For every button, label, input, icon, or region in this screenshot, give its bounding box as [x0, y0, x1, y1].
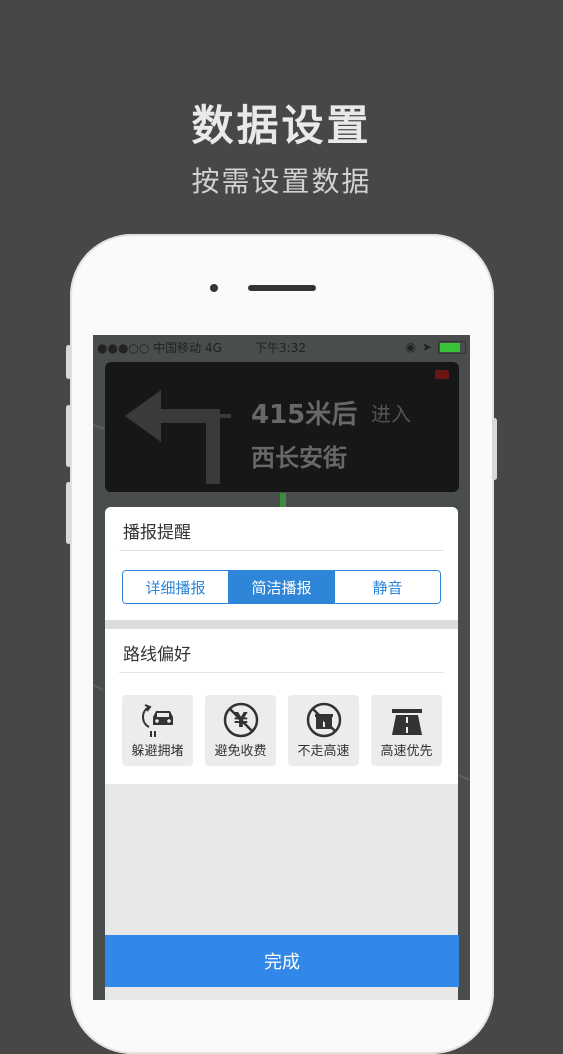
status-bar: ●●●○○ 中国移动 4G 下午3:32 ◉ ➤: [93, 335, 470, 357]
no-highway-icon: [306, 702, 342, 738]
carrier-label: ●●●○○ 中国移动 4G: [97, 341, 222, 355]
pref-highway-first[interactable]: 高速优先: [371, 695, 442, 766]
side-button-mute: [66, 345, 71, 379]
navigation-instruction-card: 415米后 进入 西长安街: [105, 362, 459, 492]
pref-label: 不走高速: [297, 744, 350, 759]
status-time: 下午3:32: [255, 341, 306, 355]
promo-title: 数据设置: [191, 101, 372, 150]
side-button-power: [492, 418, 497, 480]
pref-label: 高速优先: [380, 744, 433, 759]
broadcast-section-title: 播报提醒: [123, 523, 191, 543]
broadcast-option-detailed[interactable]: 详细播报: [123, 571, 228, 603]
side-button-volume-up: [66, 405, 71, 467]
avoid-congestion-icon: [142, 704, 173, 737]
route-preference-section: 路线偏好 躲避拥堵 避免收费 不走高速 高速优先: [105, 629, 458, 784]
section-separator: [105, 620, 458, 629]
route-section-title: 路线偏好: [123, 645, 191, 665]
route-preference-options: 躲避拥堵 ¥ 避免收费: [122, 695, 442, 766]
pref-no-highway[interactable]: 不走高速: [288, 695, 359, 766]
broadcast-option-mute[interactable]: 静音: [334, 571, 440, 603]
broadcast-option-concise[interactable]: 简洁播报: [228, 571, 334, 603]
pref-no-toll[interactable]: ¥ 避免收费: [205, 695, 276, 766]
promo-subtitle: 按需设置数据: [191, 165, 372, 198]
nav-distance: 415米后: [251, 400, 358, 430]
no-toll-icon: ¥: [223, 702, 259, 738]
divider: [119, 550, 444, 551]
broadcast-mode-selector: 详细播报 简洁播报 静音: [122, 570, 441, 604]
phone-screen: ●●●○○ 中国移动 4G 下午3:32 ◉ ➤ 415米后 进入 西长安街 播…: [93, 335, 470, 1000]
nav-action: 进入: [371, 402, 411, 426]
settings-sheet: 播报提醒 详细播报 简洁播报 静音 路线偏好 躲避拥堵 避免收费 不走高速 高速…: [105, 507, 458, 1000]
done-button[interactable]: 完成: [105, 935, 459, 987]
earpiece-speaker: [248, 285, 316, 291]
status-icons: ◉ ➤: [405, 340, 466, 354]
recording-indicator: [435, 370, 449, 379]
pref-label: 避免收费: [214, 744, 267, 759]
pref-avoid-congestion[interactable]: 躲避拥堵: [122, 695, 193, 766]
nav-street-name: 西长安街: [251, 444, 347, 472]
highway-first-icon: [392, 709, 422, 735]
divider: [119, 672, 444, 673]
battery-icon: [438, 340, 466, 354]
turn-left-arrow-icon: [125, 390, 231, 484]
alarm-icon: ◉: [405, 340, 416, 354]
front-camera: [210, 284, 218, 292]
side-button-volume-down: [66, 482, 71, 544]
pref-label: 躲避拥堵: [131, 744, 184, 759]
location-arrow-icon: ➤: [421, 340, 432, 354]
broadcast-section: 播报提醒 详细播报 简洁播报 静音: [105, 507, 458, 620]
